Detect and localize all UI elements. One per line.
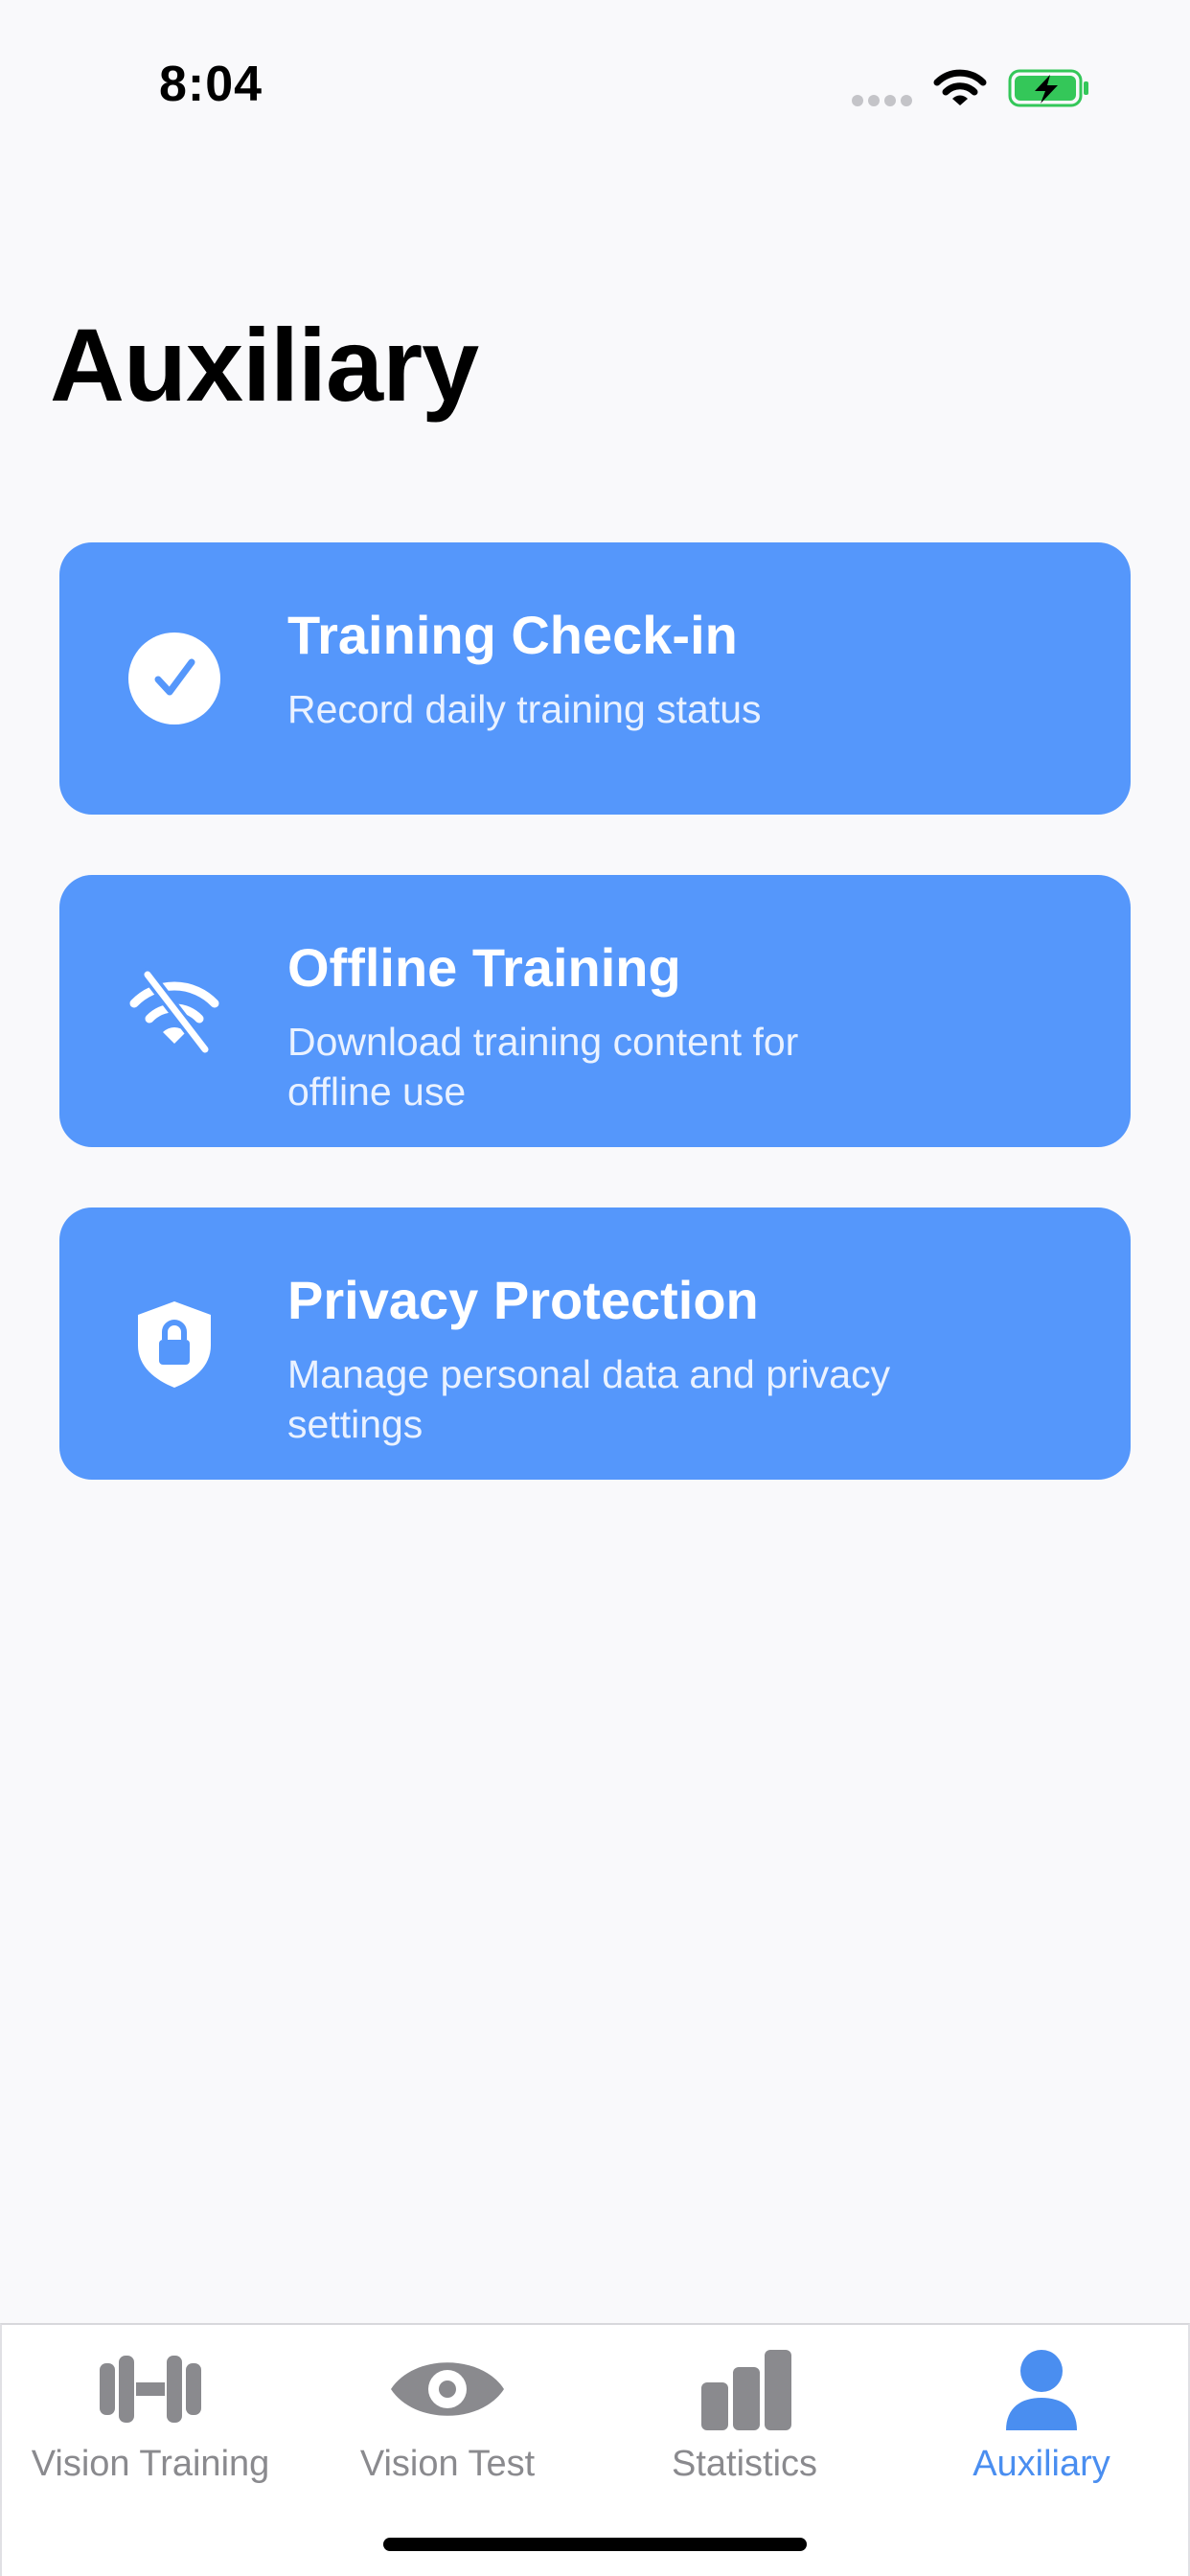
card-title: Offline Training bbox=[287, 937, 681, 998]
dumbbell-icon bbox=[100, 2356, 201, 2423]
eye-icon bbox=[391, 2362, 504, 2416]
status-time: 8:04 bbox=[159, 57, 263, 112]
lock-shield-icon bbox=[138, 1301, 211, 1388]
card-title: Training Check-in bbox=[287, 605, 738, 665]
card-subtitle: Download training content for offline us… bbox=[287, 1020, 799, 1114]
person-icon bbox=[1006, 2350, 1077, 2430]
tab-label: Vision Test bbox=[359, 2444, 536, 2484]
offline-training-card[interactable]: Offline Training Download training conte… bbox=[59, 875, 1131, 1147]
tab-label: Vision Training bbox=[31, 2444, 270, 2484]
tab-label: Statistics bbox=[671, 2444, 818, 2484]
cellular-signal-icon bbox=[852, 95, 912, 106]
page-title: Auxiliary bbox=[50, 307, 479, 423]
training-check-in-card[interactable]: Training Check-in Record daily training … bbox=[59, 542, 1131, 815]
wifi-slash-icon bbox=[129, 968, 219, 1056]
privacy-protection-card[interactable]: Privacy Protection Manage personal data … bbox=[59, 1208, 1131, 1480]
tab-vision-training[interactable]: Vision Training bbox=[2, 2325, 299, 2507]
card-title: Privacy Protection bbox=[287, 1270, 759, 1330]
status-bar: 8:04 bbox=[0, 0, 1190, 153]
screen: 8:04 Auxiliary Training Check-in Record … bbox=[0, 0, 1190, 2576]
tab-vision-test[interactable]: Vision Test bbox=[299, 2325, 596, 2507]
bar-chart-icon bbox=[701, 2350, 791, 2430]
tab-statistics[interactable]: Statistics bbox=[596, 2325, 893, 2507]
home-indicator[interactable] bbox=[383, 2538, 807, 2551]
card-subtitle: Record daily training status bbox=[287, 687, 762, 731]
wifi-icon bbox=[933, 69, 987, 105]
checkmark-circle-icon bbox=[128, 632, 220, 724]
battery-charging-icon bbox=[1008, 69, 1088, 107]
tab-auxiliary[interactable]: Auxiliary bbox=[893, 2325, 1190, 2507]
tab-label: Auxiliary bbox=[973, 2444, 1110, 2484]
card-subtitle: Manage personal data and privacy setting… bbox=[287, 1352, 891, 1446]
